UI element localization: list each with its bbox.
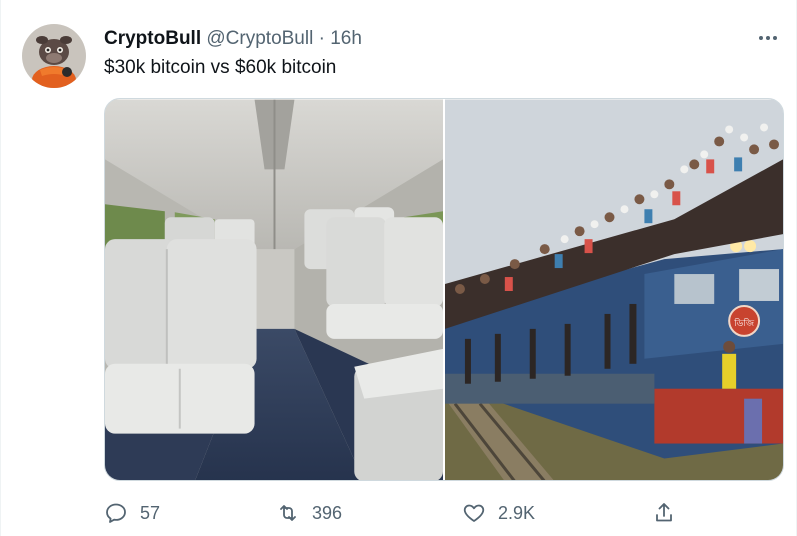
train-badge: ডিজি	[733, 318, 755, 329]
reply-icon	[104, 501, 128, 525]
crowded-train-image[interactable]: ডিজি	[445, 99, 783, 481]
train-interior-image[interactable]	[105, 99, 443, 481]
more-icon-dot	[766, 36, 770, 40]
retweet-icon	[276, 501, 300, 525]
tweet-media[interactable]: ডিজি	[104, 98, 784, 481]
more-icon	[759, 36, 763, 40]
retweet-button[interactable]: 396	[276, 498, 342, 528]
reply-count: 57	[140, 502, 161, 523]
like-icon	[462, 501, 486, 525]
tweet-timestamp[interactable]: 16h	[330, 28, 362, 49]
reply-button[interactable]: 57	[104, 498, 160, 528]
author-handle[interactable]: @CryptoBull	[206, 28, 313, 49]
avatar[interactable]	[22, 24, 86, 88]
more-options-button[interactable]	[754, 26, 782, 50]
share-icon	[652, 501, 676, 525]
tweet-header: CryptoBull @CryptoBull · 16h	[104, 27, 362, 50]
more-icon-dot	[773, 36, 777, 40]
share-button[interactable]	[652, 498, 676, 528]
like-button[interactable]: 2.9K	[462, 498, 535, 528]
author-name[interactable]: CryptoBull	[104, 28, 201, 49]
retweet-count: 396	[312, 502, 343, 523]
tweet-text: $30k bitcoin vs $60k bitcoin	[104, 57, 337, 78]
tweet-actions: 57 396 2.9K	[104, 498, 684, 528]
like-count: 2.9K	[498, 502, 536, 523]
tweet-card[interactable]: CryptoBull @CryptoBull · 16h $30k bitcoi…	[0, 0, 797, 536]
avatar-bull-image	[22, 24, 86, 88]
separator-dot: ·	[318, 28, 325, 49]
